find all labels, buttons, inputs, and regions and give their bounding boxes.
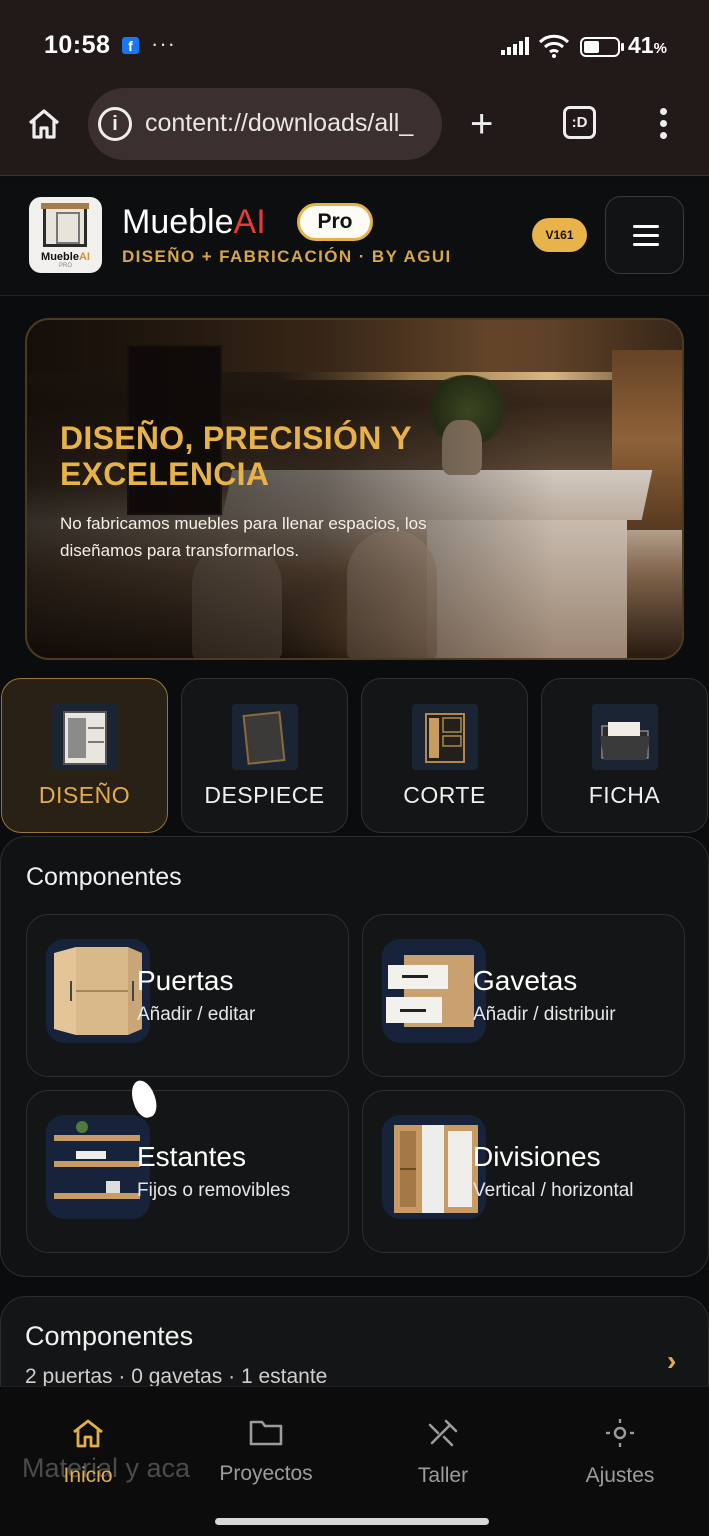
bottom-navigation: Material y aca Inicio Proyectos Taller A… (0, 1386, 709, 1536)
settings-icon (606, 1419, 634, 1447)
components-panel: Componentes Puertas Añadir / editar Gave… (0, 836, 709, 1277)
version-badge: V161 (532, 218, 587, 252)
summary-title: Componentes (25, 1321, 194, 1351)
home-icon (73, 1419, 103, 1448)
status-bar: 10:58 f ··· 41% (0, 0, 709, 92)
new-tab-button[interactable]: + (470, 102, 493, 147)
facebook-notification-icon: f (122, 37, 139, 54)
chevron-right-icon[interactable]: › (667, 1345, 676, 1377)
nav-proyectos[interactable]: Proyectos (196, 1417, 336, 1486)
tab-ficha[interactable]: FICHA (541, 678, 708, 833)
app-logo: MuebleAI PRO (29, 197, 102, 273)
component-card-puertas[interactable]: Puertas Añadir / editar (26, 914, 349, 1077)
cabinet-icon (51, 704, 118, 770)
board-icon (231, 704, 298, 770)
clock: 10:58 (44, 31, 111, 59)
folder-icon (249, 1420, 283, 1446)
tab-corte[interactable]: CORTE (361, 678, 528, 833)
wifi-icon (538, 34, 570, 58)
doors-icon (46, 939, 150, 1043)
signal-icon (501, 37, 529, 55)
more-notifications-icon: ··· (151, 31, 176, 56)
app-title: MuebleAI (122, 203, 266, 241)
tab-despiece[interactable]: DESPIECE (181, 678, 348, 833)
component-card-divisiones[interactable]: Divisiones Vertical / horizontal (362, 1090, 685, 1253)
component-card-estantes[interactable]: Estantes Fijos o removibles (26, 1090, 349, 1253)
folder-icon (591, 704, 658, 770)
tools-icon (428, 1419, 458, 1447)
components-title: Componentes (26, 863, 182, 891)
hero-banner: DISEÑO, PRECISIÓN Y EXCELENCIA No fabric… (25, 318, 684, 660)
drawers-icon (382, 939, 486, 1043)
cut-panel-icon (411, 704, 478, 770)
app-header: MuebleAI PRO MuebleAI Pro DISEÑO + FABRI… (0, 177, 709, 296)
nav-inicio[interactable]: Inicio (18, 1417, 158, 1488)
browser-toolbar: i content://downloads/all_ + :D (0, 88, 709, 176)
hamburger-menu-button[interactable] (605, 196, 684, 274)
address-bar[interactable]: i content://downloads/all_ (88, 88, 442, 160)
battery-icon (580, 37, 624, 57)
pro-badge: Pro (297, 203, 373, 241)
tab-switcher-button[interactable]: :D (563, 106, 596, 139)
shelves-icon (46, 1115, 150, 1219)
home-icon[interactable] (26, 106, 62, 142)
tab-diseno[interactable]: DISEÑO (1, 678, 168, 833)
nav-ajustes[interactable]: Ajustes (550, 1417, 690, 1488)
info-icon[interactable]: i (98, 107, 132, 141)
battery-percent: 41% (628, 32, 667, 58)
hero-text: No fabricamos muebles para llenar espaci… (60, 514, 427, 560)
browser-menu-icon[interactable] (660, 108, 668, 144)
gesture-handle[interactable] (215, 1518, 489, 1525)
url-text[interactable]: content://downloads/all_ (145, 109, 435, 138)
app-tagline: DISEÑO + FABRICACIÓN · BY AGUI (122, 247, 452, 266)
hero-title: DISEÑO, PRECISIÓN Y EXCELENCIA (60, 420, 412, 492)
component-card-gavetas[interactable]: Gavetas Añadir / distribuir (362, 914, 685, 1077)
dividers-icon (382, 1115, 486, 1219)
nav-taller[interactable]: Taller (373, 1417, 513, 1488)
